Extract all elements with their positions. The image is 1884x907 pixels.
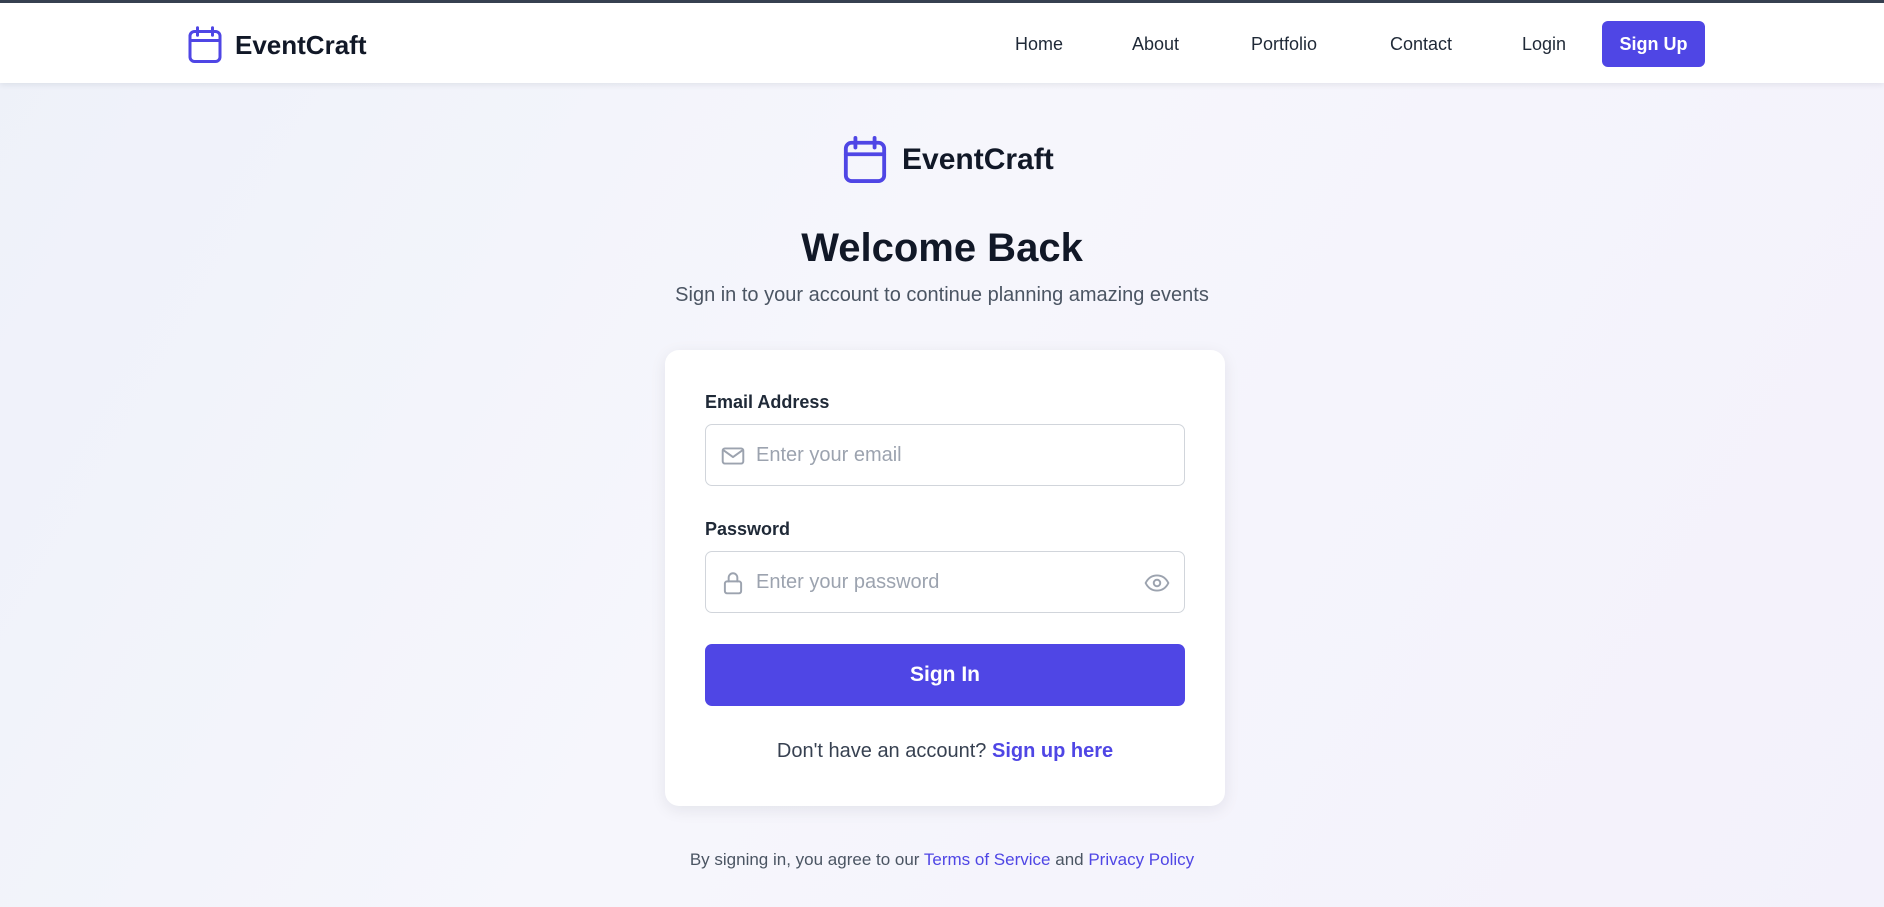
sign-in-button[interactable]: Sign In (705, 644, 1185, 706)
page-subtitle: Sign in to your account to continue plan… (675, 284, 1209, 306)
email-field[interactable] (705, 424, 1185, 486)
email-label: Email Address (705, 392, 830, 412)
signup-prompt-text: Don't have an account? (776, 740, 987, 762)
calendar-icon (188, 26, 222, 63)
signup-prompt-row: Don't have an account? Sign up here (665, 740, 1225, 763)
legal-prefix: By signing in, you agree to our (689, 850, 920, 869)
sign-up-here-link[interactable]: Sign up here (992, 740, 1113, 762)
lock-icon (723, 572, 743, 595)
calendar-icon (843, 136, 887, 184)
nav-login-link[interactable]: Login (1522, 34, 1566, 55)
nav-about-link[interactable]: About (1132, 34, 1179, 55)
hero-brand-name: EventCraft (902, 143, 1054, 176)
nav-home-link[interactable]: Home (1015, 34, 1063, 55)
legal-notice: By signing in, you agree to our Terms of… (0, 850, 1884, 870)
brand-name: EventCraft (235, 29, 367, 60)
top-navbar: EventCraft Home About Portfolio Contact … (0, 3, 1884, 83)
password-input[interactable] (756, 552, 1136, 612)
password-label: Password (705, 519, 791, 539)
hero-brand-logo: EventCraft (842, 135, 1054, 185)
mail-icon (721, 447, 745, 465)
page-title: Welcome Back (801, 226, 1083, 270)
terms-of-service-link[interactable]: Terms of Service (924, 850, 1051, 869)
sign-up-button[interactable]: Sign Up (1602, 21, 1705, 67)
email-input[interactable] (756, 425, 1136, 485)
privacy-policy-link[interactable]: Privacy Policy (1088, 850, 1194, 869)
legal-and: and (1055, 850, 1084, 869)
eye-icon[interactable] (1144, 570, 1170, 596)
nav-portfolio-link[interactable]: Portfolio (1251, 34, 1317, 55)
nav-contact-link[interactable]: Contact (1390, 34, 1452, 55)
brand-logo[interactable]: EventCraft (187, 25, 366, 65)
password-field[interactable] (705, 551, 1185, 613)
login-card: Email Address Password Sign In Don't hav… (665, 350, 1225, 806)
